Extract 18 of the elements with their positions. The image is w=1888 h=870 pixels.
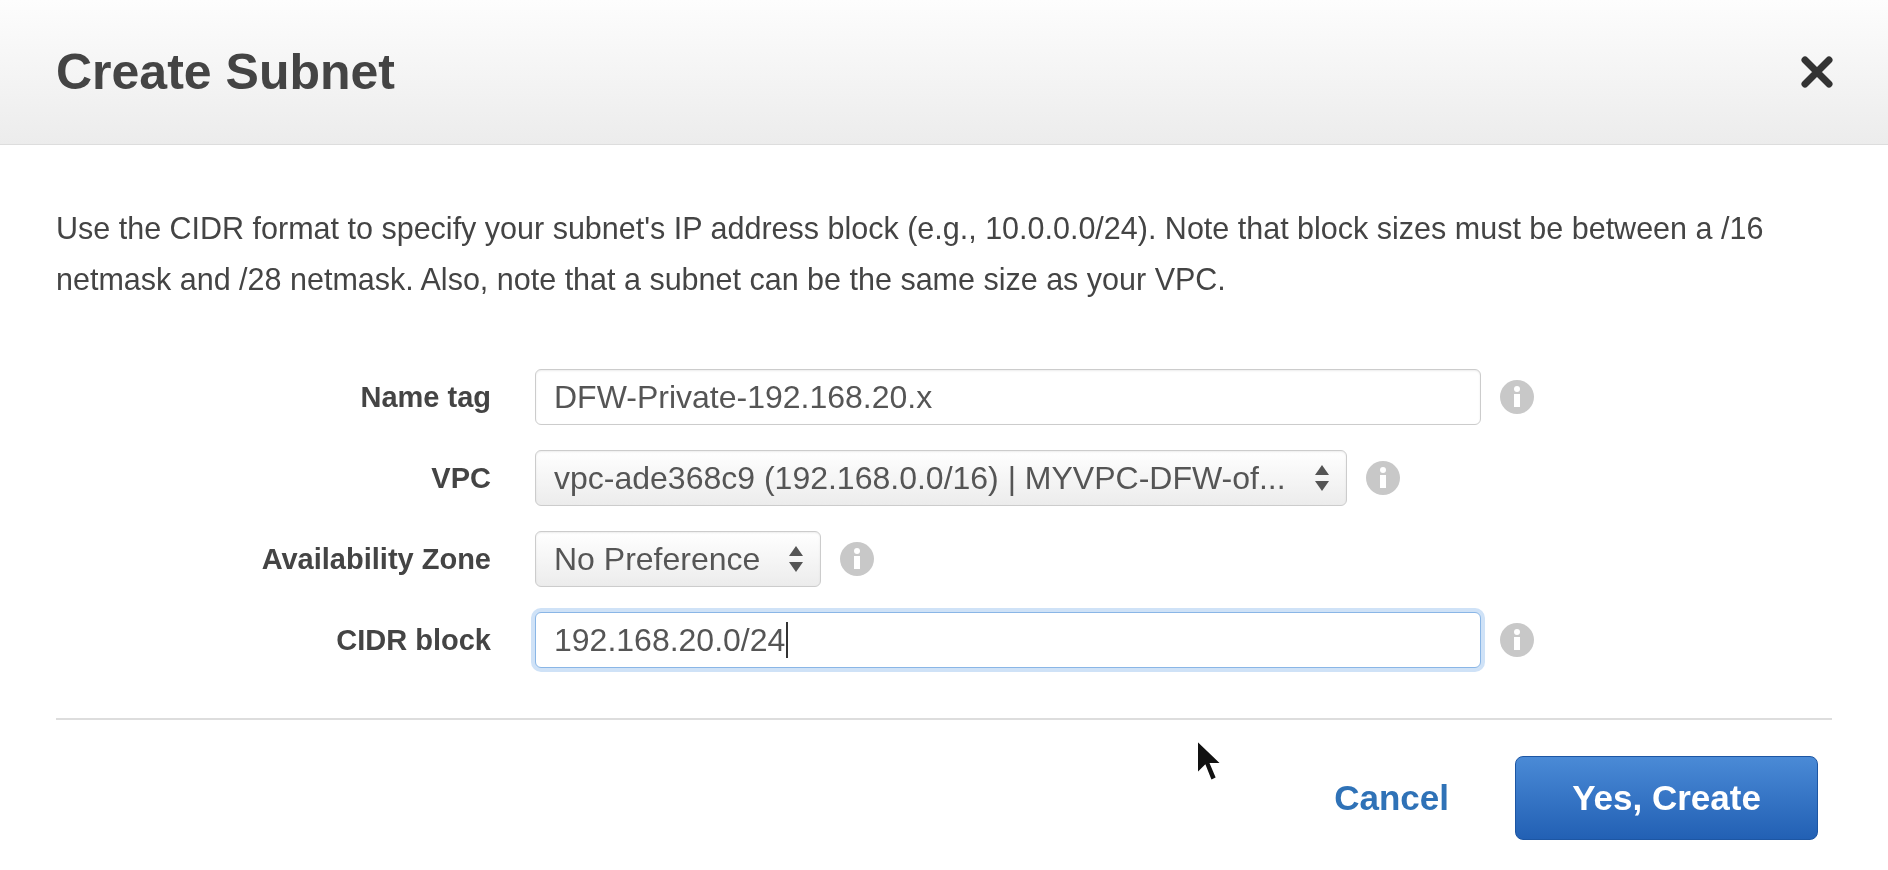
info-icon[interactable] <box>1499 379 1535 415</box>
info-icon[interactable] <box>1364 460 1401 496</box>
create-button[interactable]: Yes, Create <box>1515 756 1818 840</box>
field-label: VPC <box>431 461 491 495</box>
sort-arrows-icon <box>1313 463 1330 493</box>
info-icon[interactable] <box>839 541 876 577</box>
input-field[interactable]: DFW-Private-192.168.20.x <box>535 369 1481 425</box>
field-label: Name tag <box>360 380 491 414</box>
select-dropdown[interactable]: No Preference <box>535 531 822 587</box>
info-icon[interactable] <box>1499 622 1535 658</box>
dialog-title: Create Subnet <box>56 43 395 101</box>
cancel-link[interactable]: Cancel <box>1334 778 1449 818</box>
field-label: Availability Zone <box>261 542 491 576</box>
select-dropdown[interactable]: vpc-ade368c9 (192.168.0.0/16) | MYVPC-DFW-of... <box>535 450 1347 506</box>
description-text: Use the CIDR format to specify your subnet's IP address block (e.g., 10.0.0.0/24). Note that block sizes must be between a /16 netmask and /28 netmask. Also, note that a subnet can be the same size as your VPC. <box>56 210 1765 299</box>
close-icon[interactable] <box>1800 55 1834 89</box>
field-label: CIDR block <box>336 623 491 657</box>
sort-arrows-icon <box>788 544 805 574</box>
